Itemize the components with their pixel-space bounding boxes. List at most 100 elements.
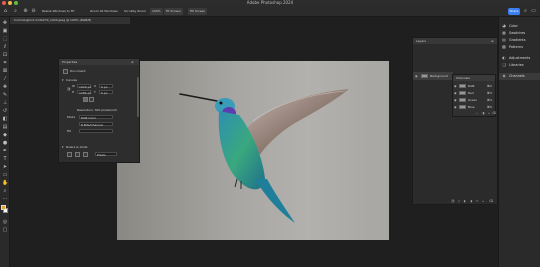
- path-selection-tool-icon[interactable]: ➤: [2, 164, 8, 170]
- link-layers-icon[interactable]: ⛓: [451, 199, 455, 203]
- channel-visibility-icon[interactable]: ◉: [454, 105, 457, 109]
- channel-load-icon[interactable]: ◌: [475, 111, 479, 115]
- zoom-all-windows-checkbox[interactable]: Zoom All Windows: [88, 8, 120, 15]
- history-brush-tool-icon[interactable]: ↺: [2, 108, 8, 114]
- panel-channels[interactable]: Channels: [509, 73, 525, 79]
- properties-scrollbar[interactable]: [137, 77, 139, 117]
- libraries-icon[interactable]: ❏: [501, 62, 507, 68]
- channel-new-icon[interactable]: +: [487, 111, 491, 115]
- search-icon[interactable]: ⌕: [522, 8, 529, 15]
- frame-tool-icon[interactable]: ⊠: [2, 68, 8, 74]
- layers-title[interactable]: Layers: [416, 39, 426, 43]
- artboard-tool-icon[interactable]: ▣: [2, 28, 8, 34]
- quick-mask-icon[interactable]: ◎: [2, 219, 8, 225]
- patterns-icon[interactable]: ▩: [501, 44, 507, 50]
- more-tools-icon[interactable]: ⋯: [2, 196, 8, 202]
- marquee-tool-icon[interactable]: ⬚: [2, 36, 8, 42]
- fill-select[interactable]: [79, 129, 113, 133]
- layer-row-background[interactable]: ◉ Background: [413, 72, 453, 80]
- x-field[interactable]: 0 px: [99, 84, 113, 89]
- adjustment-layer-icon[interactable]: ◑: [469, 199, 473, 203]
- hand-tool-icon[interactable]: ✋: [2, 180, 8, 186]
- eyedropper-tool-icon[interactable]: ⁄: [2, 76, 8, 82]
- object-selection-tool-icon[interactable]: ⊡: [2, 52, 8, 58]
- rulers-collapse-icon[interactable]: ▾: [62, 145, 64, 149]
- zoom-tool-icon[interactable]: ⌕: [12, 8, 19, 15]
- home-icon[interactable]: ⌂: [2, 8, 9, 15]
- panel-libraries[interactable]: Libraries: [509, 62, 524, 68]
- bit-depth-select[interactable]: 8 Bits/Channel: [79, 122, 113, 127]
- panel-swatches[interactable]: Swatches: [509, 30, 525, 36]
- channel-visibility-icon[interactable]: ◉: [454, 91, 457, 95]
- y-field[interactable]: 0 px: [99, 90, 113, 95]
- channel-row-rgb[interactable]: ◉ RGB ⌘2: [453, 83, 495, 89]
- gradient-icon[interactable]: ▤: [501, 37, 507, 43]
- zoom-100-button[interactable]: 100%: [150, 8, 163, 15]
- grid-toggle-icon[interactable]: [75, 152, 80, 157]
- zoom-tool-sidebar-icon[interactable]: ⌕: [2, 188, 8, 194]
- panel-menu-icon[interactable]: ≡: [131, 60, 134, 64]
- swatches-icon[interactable]: ▦: [501, 30, 507, 36]
- spot-healing-tool-icon[interactable]: ✚: [2, 84, 8, 90]
- units-select[interactable]: Pixels: [95, 152, 117, 157]
- channel-delete-icon[interactable]: ⌫: [492, 111, 496, 115]
- zoom-out-icon[interactable]: ⊖: [30, 8, 37, 15]
- fx-icon[interactable]: ƒ: [457, 199, 461, 203]
- share-button[interactable]: Share: [508, 8, 520, 15]
- move-tool-icon[interactable]: ✥: [2, 20, 8, 26]
- orientation-portrait-button[interactable]: [83, 97, 88, 102]
- group-icon[interactable]: ▭: [475, 199, 479, 203]
- pen-tool-icon[interactable]: ✒: [2, 148, 8, 154]
- crop-tool-icon[interactable]: ⌗: [2, 60, 8, 66]
- panel-gradients[interactable]: Gradients: [509, 37, 526, 43]
- zoom-in-icon[interactable]: ⊕: [22, 8, 29, 15]
- channel-visibility-icon[interactable]: ◉: [454, 98, 457, 102]
- color-wheel-icon[interactable]: ◕: [501, 23, 507, 29]
- lasso-tool-icon[interactable]: ℓ: [2, 44, 8, 50]
- brush-tool-icon[interactable]: ✎: [2, 92, 8, 98]
- panel-adjustments[interactable]: Adjustments: [509, 55, 530, 61]
- screen-mode-icon[interactable]: ▢: [2, 227, 8, 233]
- height-field[interactable]: 1280 px: [77, 90, 91, 95]
- channel-row-red[interactable]: ◉ Red ⌘3: [453, 90, 495, 96]
- fill-screen-button[interactable]: Fill Screen: [188, 8, 208, 15]
- mode-select[interactable]: RGB Color: [79, 115, 113, 120]
- width-field[interactable]: 1920 px: [77, 84, 91, 89]
- channels-title[interactable]: Channels: [456, 76, 470, 80]
- delete-layer-icon[interactable]: ⌫: [489, 199, 493, 203]
- channel-visibility-icon[interactable]: ◉: [454, 84, 457, 88]
- foreground-color-swatch[interactable]: [1, 205, 6, 210]
- workspace-icon[interactable]: ▭: [530, 8, 537, 15]
- canvas-collapse-icon[interactable]: ▾: [62, 78, 64, 82]
- dodge-tool-icon[interactable]: ●: [2, 140, 8, 146]
- resize-windows-checkbox[interactable]: Resize Windows to Fit: [40, 8, 76, 15]
- add-mask-icon[interactable]: ◐: [463, 199, 467, 203]
- panel-color[interactable]: Color: [509, 23, 518, 29]
- new-layer-icon[interactable]: +: [481, 199, 485, 203]
- type-tool-icon[interactable]: T: [2, 156, 8, 162]
- adjustments-icon[interactable]: ◐: [501, 55, 507, 61]
- scrubby-zoom-checkbox[interactable]: Scrubby Zoom: [122, 8, 148, 15]
- channel-row-green[interactable]: ◉ Green ⌘4: [453, 97, 495, 103]
- channels-icon[interactable]: ◈: [501, 73, 507, 79]
- fit-screen-button[interactable]: Fit Screen: [164, 8, 183, 15]
- guides-toggle-icon[interactable]: [83, 152, 88, 157]
- channel-save-icon[interactable]: ◨: [481, 111, 485, 115]
- document-canvas[interactable]: [117, 61, 389, 240]
- blur-tool-icon[interactable]: ◆: [2, 132, 8, 138]
- layers-menu-icon[interactable]: ≡: [491, 39, 494, 43]
- ruler-toggle-icon[interactable]: [67, 152, 72, 157]
- clone-stamp-tool-icon[interactable]: ⊥: [2, 100, 8, 106]
- layer-visibility-icon[interactable]: ◉: [415, 74, 418, 78]
- height-label: H: [72, 90, 75, 94]
- rectangle-tool-icon[interactable]: ▭: [2, 172, 8, 178]
- channel-row-blue[interactable]: ◉ Blue ⌘5: [453, 104, 495, 110]
- link-dimensions-icon[interactable]: ⛓: [67, 87, 71, 91]
- gradient-tool-icon[interactable]: ▤: [2, 124, 8, 130]
- document-tab[interactable]: hummingbird-2139279_1920.jpeg @ 100% (RG…: [10, 17, 130, 24]
- properties-header[interactable]: Properties ≡: [59, 59, 139, 65]
- eraser-tool-icon[interactable]: ◧: [2, 116, 8, 122]
- orientation-landscape-button[interactable]: [89, 97, 94, 102]
- panel-patterns[interactable]: Patterns: [509, 44, 523, 50]
- panel-channels-selected[interactable]: ◈ Channels: [499, 73, 540, 80]
